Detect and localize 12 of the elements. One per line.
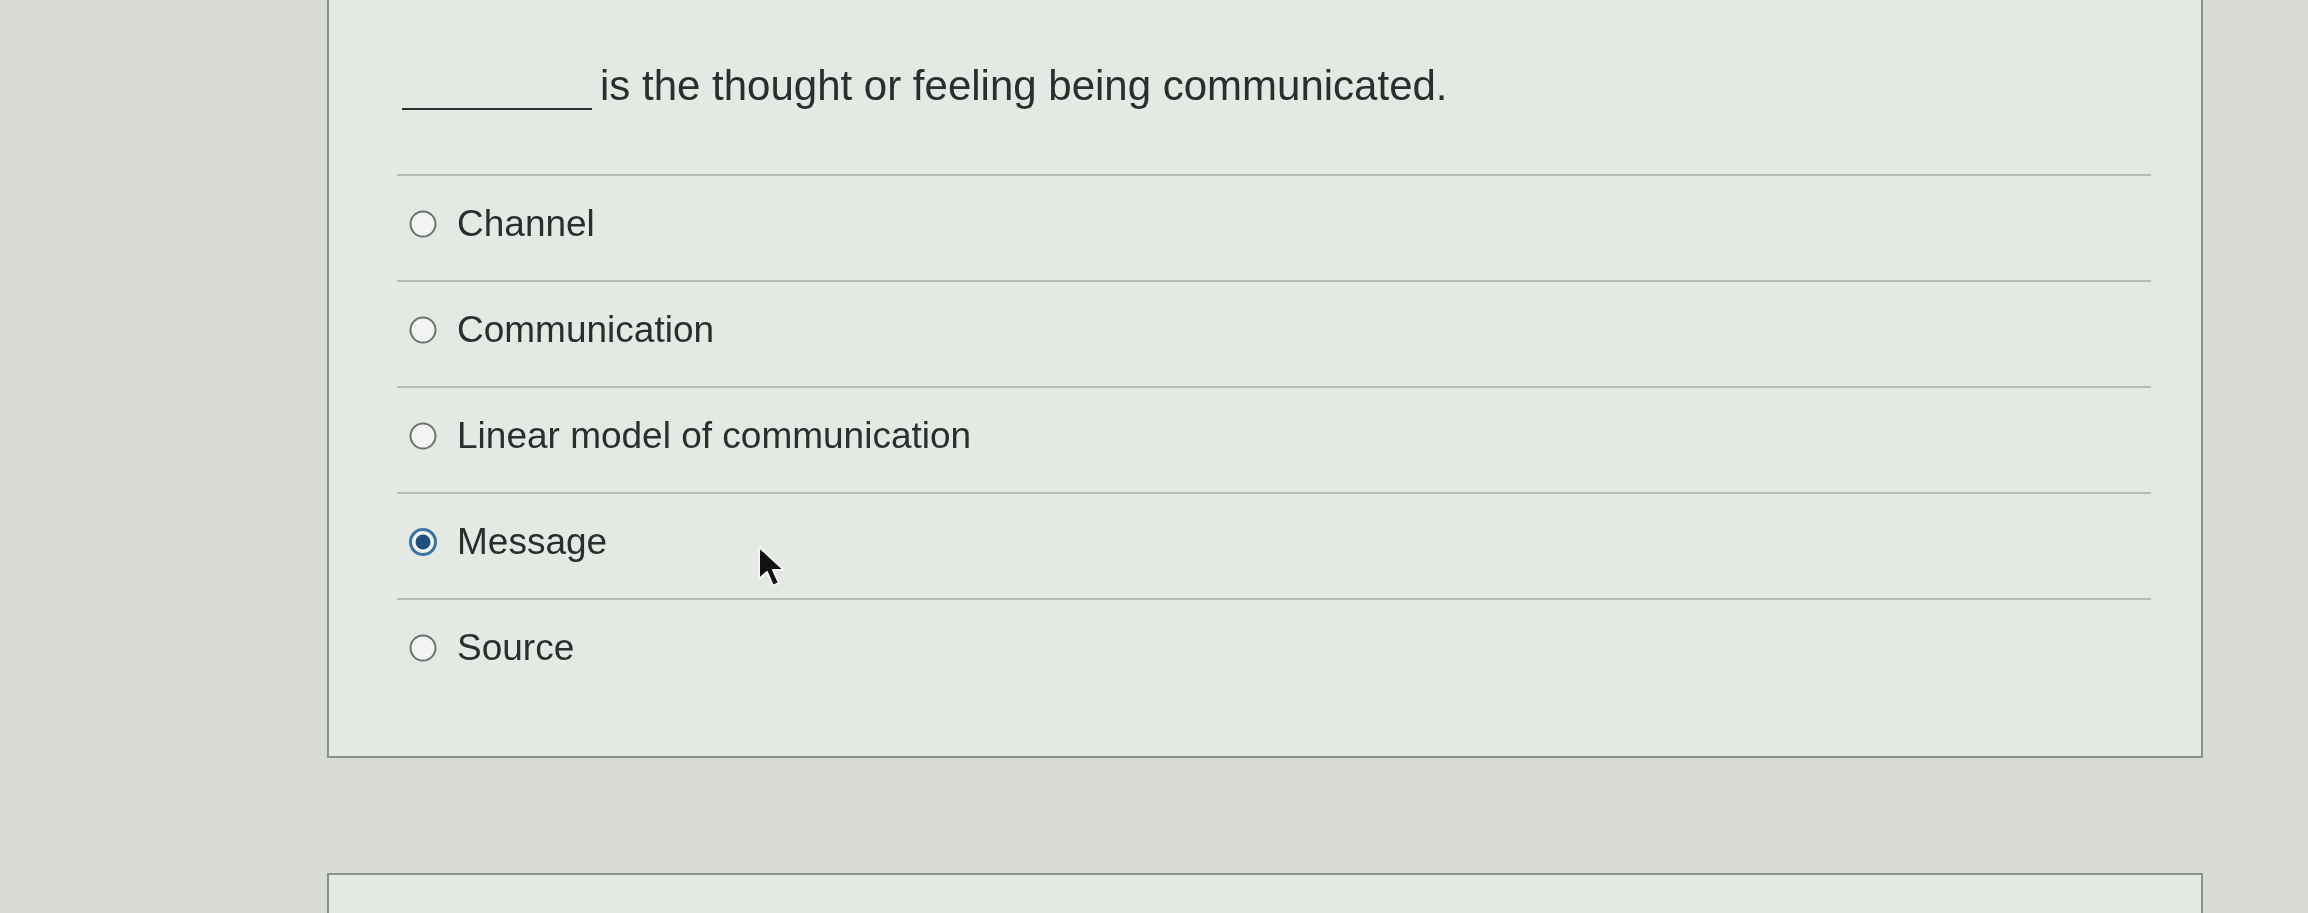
question-text: is the thought or feeling being communicated.: [600, 62, 1448, 110]
option-label[interactable]: Communication: [457, 310, 715, 350]
radio-button[interactable]: [409, 210, 437, 238]
option-label[interactable]: Source: [457, 628, 575, 668]
option-label[interactable]: Message: [457, 522, 608, 562]
mouse-pointer-icon: [757, 545, 787, 589]
radio-button[interactable]: [409, 634, 437, 662]
radio-button[interactable]: [409, 528, 437, 556]
radio-button[interactable]: [409, 422, 437, 450]
radio-button[interactable]: [409, 316, 437, 344]
option-label[interactable]: Channel: [457, 204, 595, 244]
option-label[interactable]: Linear model of communication: [457, 416, 972, 456]
